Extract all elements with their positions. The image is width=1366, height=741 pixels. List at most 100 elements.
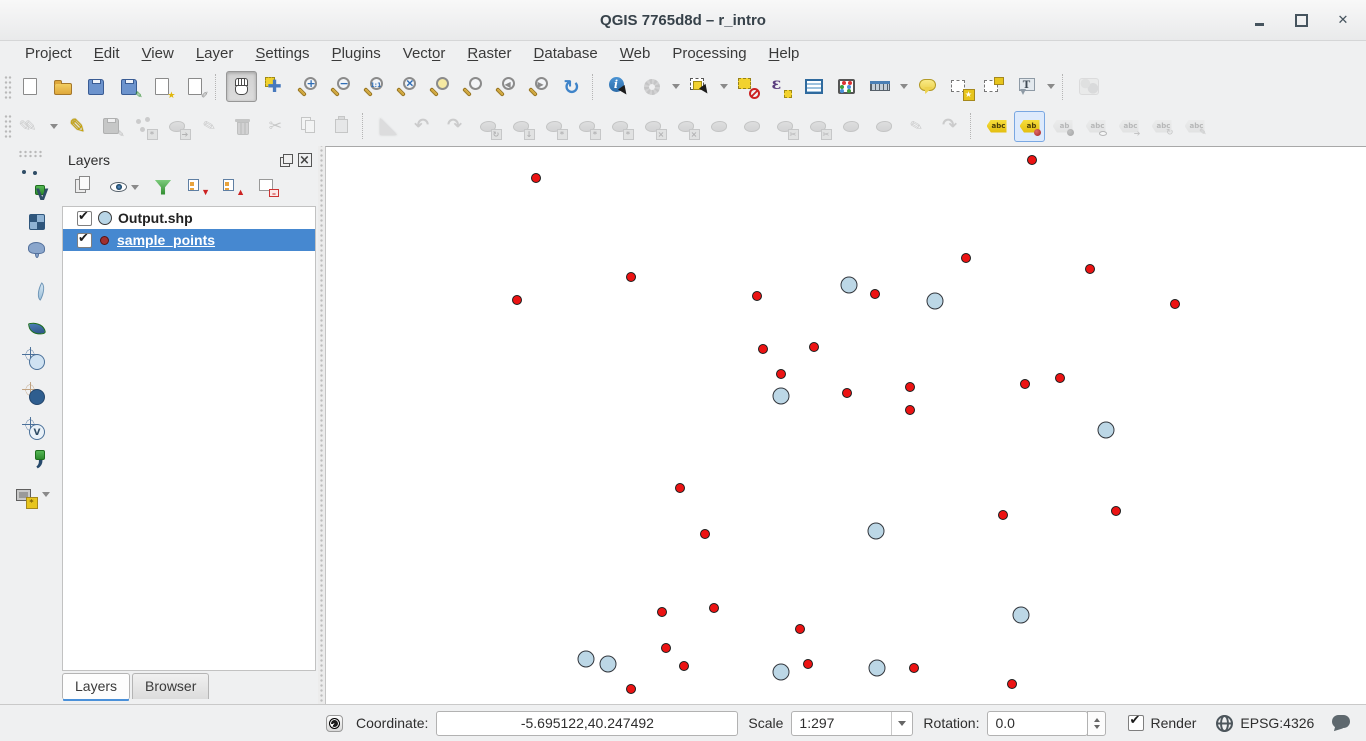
measure-dropdown[interactable] — [897, 71, 910, 102]
map-canvas[interactable] — [325, 146, 1366, 705]
open-attribute-table-button[interactable] — [798, 71, 829, 102]
coordinate-input[interactable]: -5.695122,40.247492 — [436, 711, 738, 736]
toolbar-drag-handle[interactable] — [4, 114, 12, 138]
layer-labeling-options-button[interactable] — [981, 111, 1012, 142]
simplify-feature-button[interactable]: ↓ — [505, 111, 536, 142]
zoom-out-button[interactable] — [325, 71, 356, 102]
map-themes-dropdown[interactable] — [131, 172, 140, 203]
spin-up-icon[interactable] — [1094, 715, 1100, 722]
add-wfs-layer-button[interactable] — [15, 409, 46, 440]
zoom-full-extent-button[interactable] — [391, 71, 422, 102]
pan-to-selection-button[interactable] — [259, 71, 290, 102]
menu-web[interactable]: Web — [609, 42, 662, 65]
rotate-label-button[interactable] — [1146, 111, 1177, 142]
refresh-map-button[interactable] — [556, 71, 587, 102]
minimize-button[interactable] — [1250, 11, 1268, 29]
menu-raster[interactable]: Raster — [456, 42, 522, 65]
run-feature-action-dropdown[interactable] — [669, 71, 682, 102]
toggle-editing-button[interactable] — [62, 111, 93, 142]
pan-map-button[interactable] — [226, 71, 257, 102]
menu-vector[interactable]: Vector — [392, 42, 457, 65]
menu-view[interactable]: View — [131, 42, 185, 65]
rotate-feature-button[interactable]: ↻ — [472, 111, 503, 142]
open-layer-styling-button[interactable] — [70, 174, 96, 200]
add-delimited-text-layer-button[interactable] — [15, 444, 46, 475]
menu-processing[interactable]: Processing — [661, 42, 757, 65]
rotation-spinner[interactable] — [1087, 711, 1106, 736]
manage-map-themes-button[interactable] — [105, 174, 141, 200]
save-layer-edits-button[interactable] — [95, 111, 126, 142]
add-mssql-layer-button[interactable] — [15, 304, 46, 335]
menu-edit[interactable]: Edit — [83, 42, 131, 65]
zoom-in-button[interactable] — [292, 71, 323, 102]
offset-curve-button[interactable] — [736, 111, 767, 142]
add-ring-button[interactable]: * — [538, 111, 569, 142]
split-parts-button[interactable]: ✂ — [802, 111, 833, 142]
save-project-button[interactable] — [80, 71, 111, 102]
menu-help[interactable]: Help — [758, 42, 811, 65]
zoom-last-button[interactable] — [490, 71, 521, 102]
add-spatialite-layer-button[interactable] — [15, 269, 46, 300]
add-wms-layer-button[interactable] — [15, 339, 46, 370]
zoom-to-layer-button[interactable] — [457, 71, 488, 102]
render-checkbox[interactable] — [1128, 715, 1144, 731]
redo-button[interactable] — [439, 111, 470, 142]
undo-button[interactable] — [406, 111, 437, 142]
toolbar-drag-handle[interactable] — [18, 150, 42, 158]
layer-visibility-checkbox[interactable] — [77, 233, 92, 248]
expand-all-button[interactable] — [185, 174, 211, 200]
extent-toggle-button[interactable] — [322, 711, 346, 735]
layer-row-output[interactable]: Output.shp — [63, 207, 315, 229]
delete-ring-button[interactable]: × — [637, 111, 668, 142]
add-part-button[interactable]: * — [571, 111, 602, 142]
map-tips-button[interactable] — [912, 71, 943, 102]
spin-down-icon[interactable] — [1094, 725, 1100, 732]
select-by-expression-button[interactable] — [765, 71, 796, 102]
select-features-button[interactable] — [684, 71, 715, 102]
show-spatial-bookmarks-button[interactable] — [978, 71, 1009, 102]
panel-float-button[interactable] — [278, 153, 293, 168]
remove-layer-button[interactable] — [255, 174, 281, 200]
copy-features-button[interactable] — [293, 111, 324, 142]
highlight-pinned-labels-button[interactable] — [1014, 111, 1045, 142]
open-project-button[interactable] — [47, 71, 78, 102]
menu-settings[interactable]: Settings — [244, 42, 320, 65]
filter-legend-button[interactable] — [150, 174, 176, 200]
zoom-native-button[interactable] — [358, 71, 389, 102]
current-edits-dropdown[interactable] — [47, 111, 60, 142]
change-label-button[interactable] — [1179, 111, 1210, 142]
scale-dropdown-icon[interactable] — [891, 712, 912, 735]
move-feature-button[interactable]: ➔ — [161, 111, 192, 142]
tab-browser[interactable]: Browser — [132, 673, 209, 699]
enable-advanced-digitizing-button[interactable] — [373, 111, 404, 142]
menu-project[interactable]: Project — [14, 42, 83, 65]
merge-attributes-button[interactable] — [868, 111, 899, 142]
new-virtual-layer-button[interactable]: * — [8, 479, 39, 510]
maximize-button[interactable] — [1292, 11, 1310, 29]
split-features-button[interactable]: ✂ — [769, 111, 800, 142]
collapse-all-button[interactable] — [220, 174, 246, 200]
panel-splitter[interactable] — [318, 146, 325, 705]
vertex-tool-button[interactable] — [194, 111, 225, 142]
show-hide-labels-button[interactable] — [1080, 111, 1111, 142]
text-annotation-button[interactable] — [1011, 71, 1042, 102]
layer-visibility-checkbox[interactable] — [77, 211, 92, 226]
add-postgis-layer-button[interactable] — [15, 234, 46, 265]
current-edits-button[interactable] — [14, 111, 45, 142]
new-project-button[interactable] — [14, 71, 45, 102]
zoom-next-button[interactable] — [523, 71, 554, 102]
rotate-point-symbols-button[interactable] — [934, 111, 965, 142]
add-point-feature-button[interactable]: * — [128, 111, 159, 142]
zoom-to-selection-button[interactable] — [424, 71, 455, 102]
menu-plugins[interactable]: Plugins — [321, 42, 392, 65]
scale-combo[interactable]: 1:297 — [791, 711, 913, 736]
text-annotation-dropdown[interactable] — [1044, 71, 1057, 102]
measure-line-button[interactable] — [864, 71, 895, 102]
close-button[interactable] — [1334, 11, 1352, 29]
new-print-layout-button[interactable] — [146, 71, 177, 102]
crs-globe-icon[interactable] — [1214, 713, 1234, 733]
select-features-dropdown[interactable] — [717, 71, 730, 102]
cut-features-button[interactable] — [260, 111, 291, 142]
add-raster-layer-button[interactable] — [15, 199, 46, 230]
paste-features-button[interactable] — [326, 111, 357, 142]
